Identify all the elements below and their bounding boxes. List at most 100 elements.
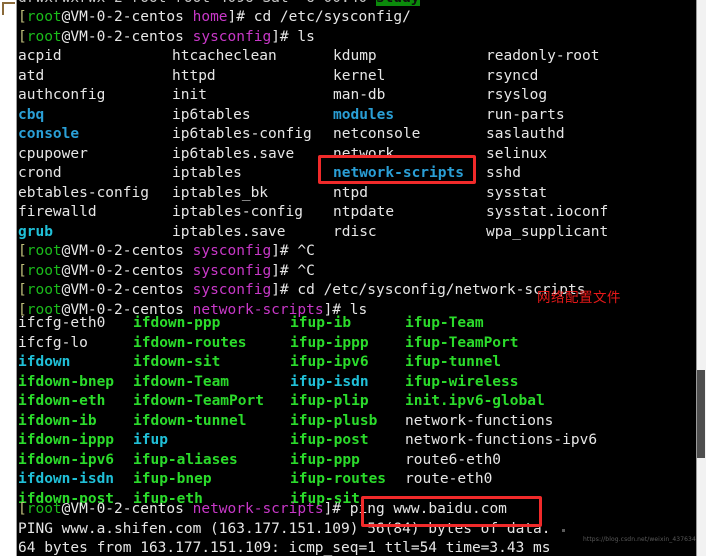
ls-entry: ifup-ipv6 — [290, 354, 369, 370]
terminal-output[interactable]: [root@VM-0-2-centos home]# cd /etc/sysco… — [18, 0, 706, 556]
ls-entry: acpid — [18, 48, 62, 64]
prompt-command: ls — [297, 28, 315, 45]
ls-entry: ifup-isdn — [290, 373, 369, 390]
ls-entry: netconsole — [333, 126, 421, 142]
ls-entry: sysstat.ioconf — [486, 204, 609, 220]
prompt-line-cd-sysconfig: [root@VM-0-2-centos home]# cd /etc/sysco… — [18, 8, 411, 28]
ls-entry: iptables_bk — [172, 184, 269, 201]
prompt-line-sigint-2: [root@VM-0-2-centos sysconfig]# ^C — [18, 262, 315, 282]
ls-entry: ifdown-TeamPort — [133, 393, 264, 409]
ls-entry: ifdown-routes — [133, 334, 247, 351]
right-scrollbar-thumb[interactable] — [697, 370, 705, 458]
ls-entry: ifdown-ppp — [133, 315, 221, 331]
prompt-command: cd /etc/sysconfig/ — [253, 9, 411, 25]
ls-entry: ifup-tunnel — [405, 354, 502, 370]
ls-entry: ifup-ippp — [290, 334, 369, 351]
prompt-user: root — [26, 9, 62, 25]
ls-entry: authconfig — [18, 87, 106, 103]
terminal-window: drwxrwxrwx 2 root root 4096 Sat 6 00:40 … — [0, 0, 706, 556]
prompt-open-bracket: [ — [18, 501, 27, 517]
ls-entry: network-scripts — [333, 165, 464, 181]
ls-entry: atd — [18, 67, 45, 84]
prompt-cwd: sysconfig — [192, 262, 272, 279]
ls-entry: grub — [18, 223, 53, 240]
prompt-open-bracket: [ — [18, 282, 27, 298]
ls-network-scripts-column-4: ifup-Team ifup-TeamPort ifup-tunnel ifup-wi… — [405, 314, 597, 490]
ls-entry: ifdown-tunnel — [133, 412, 247, 429]
ls-entry: ifdown-ippp — [18, 432, 115, 448]
ls-entry: crond — [18, 165, 62, 181]
prompt-suffix: ]# — [271, 262, 298, 279]
clipped-directory-listing-line: drwxrwxrwx 2 root root 4096 Sat 6 00:40 … — [18, 0, 420, 9]
prompt-user: root — [26, 262, 62, 279]
prompt-cwd: home — [192, 9, 228, 25]
ls-entry: iptables.save — [172, 223, 286, 240]
ls-entry: ntpdate — [333, 204, 395, 220]
ls-entry: ifup-plip — [290, 393, 369, 409]
prompt-suffix: ]# — [227, 9, 254, 25]
ls-entry: ifdown — [18, 354, 71, 370]
ping-command: ping www.baidu.com — [349, 501, 507, 517]
ls-entry: ifdown-ipv6 — [18, 451, 115, 468]
ls-entry: kdump — [333, 48, 377, 64]
prompt-cwd: sysconfig — [192, 28, 272, 45]
ls-entry: run-parts — [486, 106, 565, 123]
ls-entry: ifdown-ib — [18, 412, 97, 429]
watermark-text: https://blog.csdn.net/weixin_43763430 — [583, 536, 704, 543]
ls-entry: ifup-bnep — [133, 471, 212, 487]
ls-entry: ifcfg-eth0 — [18, 315, 106, 331]
prompt-cwd: sysconfig — [192, 282, 272, 298]
prompt-suffix: ]# — [323, 501, 350, 517]
prompt-line-ping: [root@VM-0-2-centos network-scripts]# pi… — [18, 500, 507, 520]
ls-entry: ifup-post — [290, 432, 369, 448]
ls-entry: htcacheclean — [172, 48, 277, 64]
prompt-user: root — [26, 28, 62, 45]
prompt-line-sigint-1: [root@VM-0-2-centos sysconfig]# ^C — [18, 242, 315, 262]
ls-entry: ifdown-isdn — [18, 471, 115, 487]
ls-entry: ip6tables-config — [172, 126, 312, 142]
ls-entry: ifup-plusb — [290, 412, 378, 429]
prompt-line-ls-sysconfig: [root@VM-0-2-centos sysconfig]# ls — [18, 28, 315, 48]
prompt-user: root — [26, 282, 62, 298]
prompt-open-bracket: [ — [18, 243, 27, 259]
ls-sysconfig-column-4: readonly-root rsyncd rsyslog run-parts sasla… — [486, 47, 608, 242]
ping-output-line-2: 64 bytes from 163.177.151.109: icmp_seq=… — [18, 540, 551, 556]
ls-entry: ebtables-config — [18, 184, 149, 201]
ls-entry: ifup — [133, 432, 168, 448]
ls-entry: network-functions — [405, 412, 554, 429]
ls-entry: ntpd — [333, 184, 368, 201]
ls-entry: man-db — [333, 87, 386, 103]
prompt-open-bracket: [ — [18, 9, 27, 25]
right-scrollbar-track[interactable] — [696, 0, 706, 556]
ls-entry: rsyncd — [486, 67, 539, 84]
ls-entry: network-functions-ipv6 — [405, 432, 598, 448]
prompt-suffix: ]# — [271, 282, 298, 298]
ls-entry: ifcfg-lo — [18, 334, 88, 351]
ls-entry: selinux — [486, 145, 548, 162]
ls-entry: ifup-aliases — [133, 451, 238, 468]
ls-entry: ifdown-sit — [133, 354, 221, 370]
ls-entry: cpupower — [18, 145, 88, 162]
ls-entry: ifup-wireless — [405, 373, 519, 390]
ls-entry: ifup-TeamPort — [405, 334, 519, 351]
prompt-open-bracket: [ — [18, 262, 27, 279]
ls-entry: rdisc — [333, 223, 377, 240]
ls-entry: cbq — [18, 106, 45, 123]
corner-mark-icon — [2, 2, 15, 15]
ls-entry: ifup-ppp — [290, 451, 360, 468]
ls-sysconfig-column-3: kdump kernel man-db modules netconsole networ… — [333, 47, 464, 242]
clipped-line-text: drwxrwxrwx 2 root root 4096 Sat 6 00:40 — [18, 0, 376, 6]
prompt-cwd: sysconfig — [192, 243, 272, 259]
ping-output-line-1: PING www.a.shifen.com (163.177.151.109) … — [18, 520, 551, 537]
ls-entry: readonly-root — [486, 48, 600, 64]
ls-entry: route6-eth0 — [405, 451, 502, 468]
ls-entry: kernel — [333, 67, 386, 84]
ls-entry: ifdown-bnep — [18, 373, 115, 390]
ls-entry: httpd — [172, 67, 216, 84]
ls-entry: route-eth0 — [405, 471, 493, 487]
ls-entry: ifup-routes — [290, 471, 387, 487]
prompt-host: @VM-0-2-centos — [61, 501, 184, 517]
prompt-user: root — [26, 501, 62, 517]
ls-entry: sysstat — [486, 184, 548, 201]
prompt-open-bracket: [ — [18, 28, 27, 45]
